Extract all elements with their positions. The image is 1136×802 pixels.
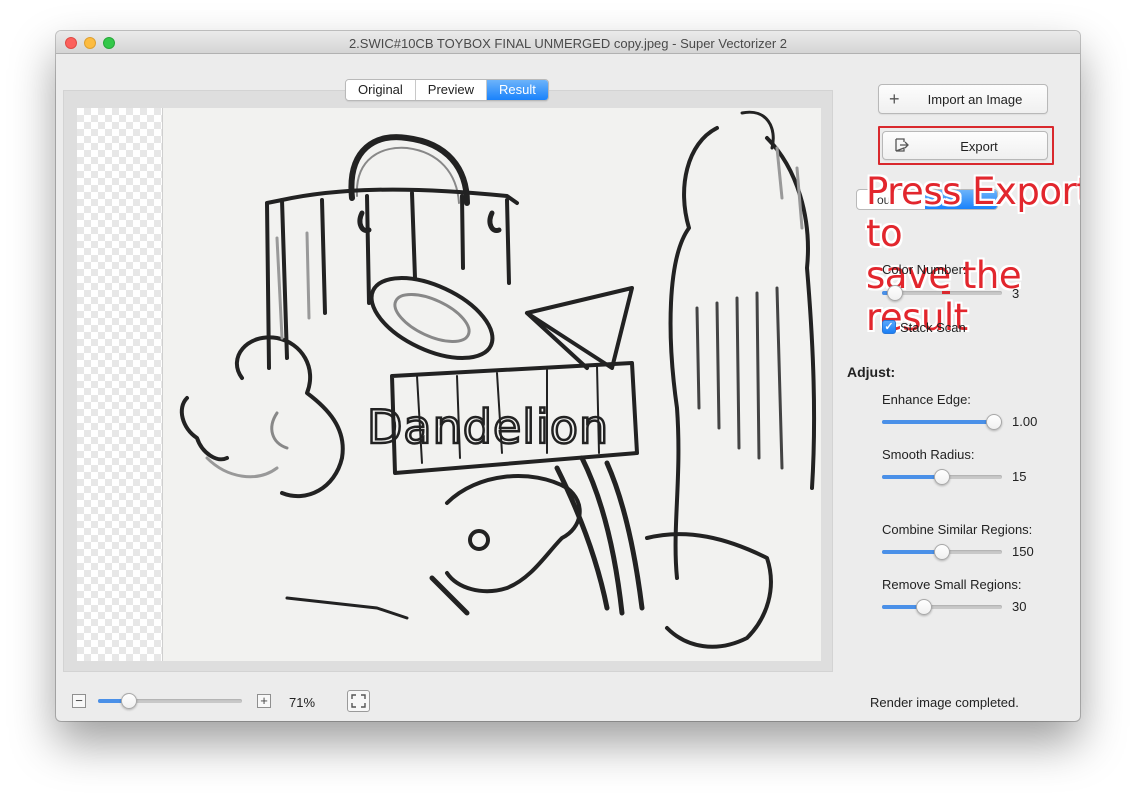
combine-similar-slider[interactable] (882, 544, 1002, 560)
canvas-area: Dandelion (63, 90, 833, 672)
zoom-slider-knob[interactable] (121, 693, 137, 709)
enhance-edge-slider[interactable] (882, 414, 1002, 430)
zoom-out-button[interactable]: − (72, 694, 86, 708)
remove-small-slider[interactable] (882, 599, 1002, 615)
combine-similar-label: Combine Similar Regions: (882, 522, 1033, 537)
expand-icon (351, 694, 366, 708)
color-number-label: Color Number: (882, 262, 967, 277)
combine-similar-value: 150 (1012, 544, 1034, 559)
remove-small-slider-knob[interactable] (916, 599, 932, 615)
combine-similar-slider-knob[interactable] (934, 544, 950, 560)
color-number-slider-knob[interactable] (887, 285, 903, 301)
zoom-level: 71% (289, 695, 316, 710)
stack-scan-label: Stack Scan (900, 320, 966, 335)
color-number-slider[interactable] (882, 285, 1002, 301)
view-mode-segmented-control: Original Preview Result (345, 79, 549, 101)
stack-scan-checkbox[interactable]: ✓ (882, 320, 896, 334)
vectorized-image: Dandelion (179, 110, 817, 649)
window-title: 2.SWIC#10CB TOYBOX FINAL UNMERGED copy.j… (348, 36, 788, 51)
enhance-edge-value: 1.00 (1012, 414, 1038, 429)
enhance-edge-slider-knob[interactable] (986, 414, 1002, 430)
tab-original[interactable]: Original (346, 80, 416, 100)
smooth-radius-value: 15 (1012, 469, 1027, 484)
smooth-radius-slider[interactable] (882, 469, 1002, 485)
export-highlight-box (878, 126, 1054, 165)
zoom-in-button[interactable]: + (257, 694, 271, 708)
title-bar: 2.SWIC#10CB TOYBOX FINAL UNMERGED copy.j… (56, 31, 1080, 54)
zoom-slider[interactable] (98, 693, 242, 709)
tab-preview[interactable]: Preview (415, 80, 488, 100)
smooth-radius-label: Smooth Radius: (882, 447, 975, 462)
smooth-radius-slider-knob[interactable] (934, 469, 950, 485)
tab-result[interactable]: Result (487, 80, 548, 100)
callout-line-1: Press Export to (866, 170, 1080, 255)
app-window: 2.SWIC#10CB TOYBOX FINAL UNMERGED copy.j… (56, 31, 1080, 721)
result-canvas[interactable]: Dandelion (77, 108, 821, 661)
status-text: Render image completed. (870, 695, 1019, 710)
adjust-heading: Adjust: (847, 364, 896, 380)
remove-small-value: 30 (1012, 599, 1027, 614)
color-number-value: 3 (1012, 286, 1020, 301)
import-image-button[interactable]: + Import an Image (878, 84, 1048, 114)
remove-small-label: Remove Small Regions: (882, 577, 1022, 592)
fit-to-window-button[interactable] (347, 690, 370, 712)
canvas-lettering: Dandelion (367, 400, 609, 454)
enhance-edge-label: Enhance Edge: (882, 392, 971, 407)
export-instruction-callout: Press Export to save the result (866, 171, 1080, 339)
import-image-label: Import an Image (927, 92, 1023, 107)
